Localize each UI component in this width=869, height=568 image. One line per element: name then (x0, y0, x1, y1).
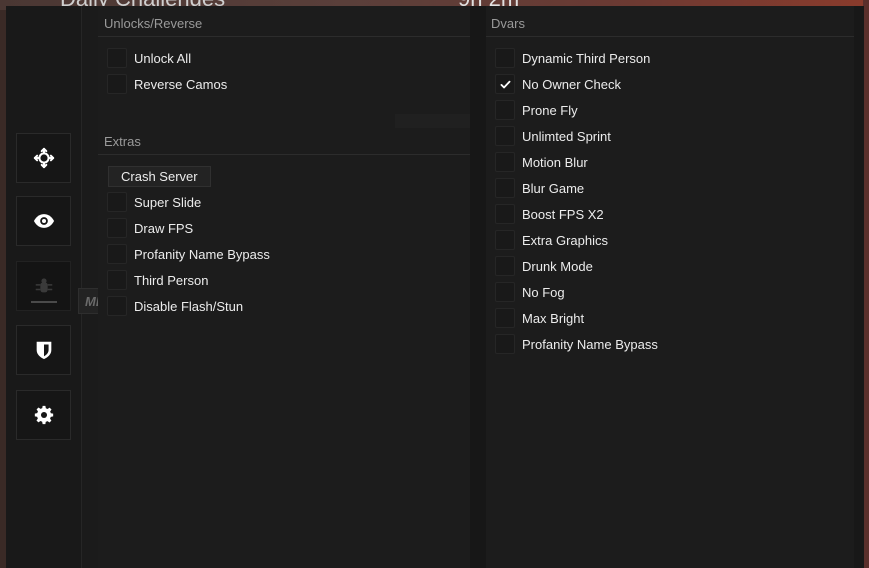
section-divider (98, 154, 470, 155)
checkbox-third-person[interactable]: Third Person (107, 269, 208, 291)
checkbox-box[interactable] (495, 100, 515, 120)
checkbox-label: Dynamic Third Person (522, 50, 651, 66)
checkbox-no-fog[interactable]: No Fog (495, 281, 565, 303)
checkbox-reverse-camos[interactable]: Reverse Camos (107, 73, 227, 95)
checkbox-label: Motion Blur (522, 154, 588, 170)
checkbox-unlimited-sprint[interactable]: Unlimted Sprint (495, 125, 611, 147)
checkbox-label: Drunk Mode (522, 258, 593, 274)
checkbox-box[interactable] (107, 74, 127, 94)
checkbox-label: Profanity Name Bypass (522, 336, 658, 352)
checkbox-box[interactable] (495, 74, 515, 94)
checkbox-box[interactable] (495, 126, 515, 146)
checkbox-label: Third Person (134, 272, 209, 288)
checkbox-label: Unlock All (134, 50, 192, 66)
nav-misc-button[interactable] (16, 261, 71, 311)
scroll-track (395, 114, 470, 128)
nav-visuals-button[interactable] (16, 196, 71, 246)
scrollbar-track[interactable] (854, 6, 864, 568)
left-panel: Unlocks/Reverse Unlock All Reverse Camos… (98, 6, 470, 568)
checkbox-label: Profanity Name Bypass (134, 246, 270, 262)
checkbox-unlock-all[interactable]: Unlock All (107, 47, 191, 69)
eye-icon (33, 214, 54, 228)
section-divider (486, 36, 854, 37)
checkbox-box[interactable] (495, 308, 515, 328)
sidebar (6, 6, 82, 568)
nav-move-button[interactable] (16, 133, 71, 183)
checkbox-box[interactable] (495, 230, 515, 250)
nav-protection-button[interactable] (16, 325, 71, 375)
checkbox-label: Reverse Camos (134, 76, 228, 92)
checkbox-extra-graphics[interactable]: Extra Graphics (495, 229, 608, 251)
checkbox-box[interactable] (107, 218, 127, 238)
checkbox-box[interactable] (107, 296, 127, 316)
checkbox-label: Boost FPS X2 (522, 206, 604, 222)
checkbox-no-owner-check[interactable]: No Owner Check (495, 73, 621, 95)
checkbox-prone-fly[interactable]: Prone Fly (495, 99, 578, 121)
checkbox-label: No Owner Check (522, 76, 621, 92)
panel-divider (470, 6, 486, 568)
checkbox-label: Extra Graphics (522, 232, 608, 248)
section-divider (98, 36, 470, 37)
checkbox-box[interactable] (107, 270, 127, 290)
shield-icon (36, 341, 51, 360)
checkbox-box[interactable] (107, 48, 127, 68)
checkbox-label: Unlimted Sprint (522, 128, 611, 144)
unlocks-section-title: Unlocks/Reverse (104, 16, 203, 31)
checkbox-box[interactable] (107, 244, 127, 264)
checkbox-label: Blur Game (522, 180, 585, 196)
checkbox-box[interactable] (495, 204, 515, 224)
checkbox-drunk-mode[interactable]: Drunk Mode (495, 255, 593, 277)
checkbox-profanity-name-bypass-dvar[interactable]: Profanity Name Bypass (495, 333, 658, 355)
checkbox-dynamic-third-person[interactable]: Dynamic Third Person (495, 47, 650, 69)
checkbox-label: Disable Flash/Stun (134, 298, 244, 314)
checkbox-max-bright[interactable]: Max Bright (495, 307, 584, 329)
checkbox-box[interactable] (495, 256, 515, 276)
checkbox-label: No Fog (522, 284, 565, 300)
checkbox-draw-fps[interactable]: Draw FPS (107, 217, 193, 239)
crash-server-button[interactable]: Crash Server (108, 166, 211, 187)
active-indicator (31, 301, 57, 303)
checkbox-boost-fps[interactable]: Boost FPS X2 (495, 203, 604, 225)
checkmark-icon (500, 80, 510, 88)
checkbox-profanity-name-bypass[interactable]: Profanity Name Bypass (107, 243, 270, 265)
right-panel: Dvars Dynamic Third Person No Owner Chec… (486, 6, 854, 568)
checkbox-box[interactable] (495, 282, 515, 302)
checkbox-label: Max Bright (522, 310, 585, 326)
checkbox-box[interactable] (495, 48, 515, 68)
dvars-section-title: Dvars (491, 16, 525, 31)
checkbox-box[interactable] (495, 152, 515, 172)
checkbox-super-slide[interactable]: Super Slide (107, 191, 201, 213)
checkbox-box[interactable] (495, 178, 515, 198)
checkbox-disable-flash-stun[interactable]: Disable Flash/Stun (107, 295, 243, 317)
checkbox-label: Prone Fly (522, 102, 578, 118)
extras-section-title: Extras (104, 134, 141, 149)
bug-icon (35, 278, 52, 293)
checkbox-box[interactable] (107, 192, 127, 212)
gear-icon (34, 405, 53, 425)
checkbox-label: Super Slide (134, 194, 202, 210)
crosshair-move-icon (33, 147, 54, 169)
nav-settings-button[interactable] (16, 390, 71, 440)
checkbox-motion-blur[interactable]: Motion Blur (495, 151, 588, 173)
checkbox-label: Draw FPS (134, 220, 194, 236)
checkbox-box[interactable] (495, 334, 515, 354)
checkbox-blur-game[interactable]: Blur Game (495, 177, 584, 199)
